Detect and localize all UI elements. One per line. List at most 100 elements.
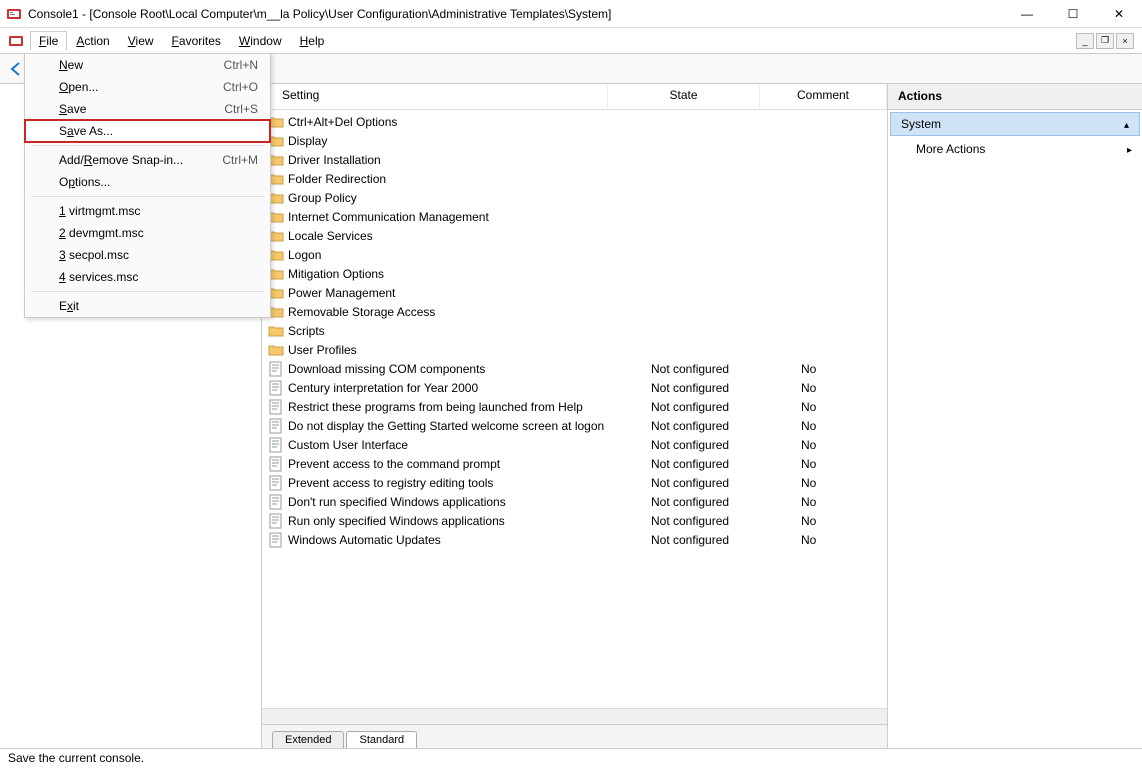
folder-row[interactable]: Scripts xyxy=(262,321,887,340)
row-state: Not configured xyxy=(651,457,801,471)
folder-row[interactable]: Locale Services xyxy=(262,226,887,245)
row-comment: No xyxy=(801,438,881,452)
row-name: Restrict these programs from being launc… xyxy=(288,400,651,414)
policy-row[interactable]: Prevent access to registry editing tools… xyxy=(262,473,887,492)
menu-help[interactable]: Help xyxy=(291,31,334,51)
folder-row[interactable]: Display xyxy=(262,131,887,150)
minimize-button[interactable]: — xyxy=(1004,0,1050,28)
row-state: Not configured xyxy=(651,362,801,376)
menu-item-save[interactable]: SaveCtrl+S xyxy=(25,98,270,120)
row-name: Custom User Interface xyxy=(288,438,651,452)
policy-icon xyxy=(268,475,284,491)
mmc-icon xyxy=(6,6,22,22)
menu-item-exit[interactable]: Exit xyxy=(25,295,270,317)
chevron-up-icon xyxy=(1124,117,1129,131)
policy-row[interactable]: Century interpretation for Year 2000Not … xyxy=(262,378,887,397)
menu-item-options[interactable]: Options... xyxy=(25,171,270,193)
folder-row[interactable]: Removable Storage Access xyxy=(262,302,887,321)
menu-item-new[interactable]: NewCtrl+N xyxy=(25,54,270,76)
mdi-close-button[interactable]: × xyxy=(1116,33,1134,49)
policy-icon xyxy=(268,361,284,377)
folder-row[interactable]: Logon xyxy=(262,245,887,264)
policy-row[interactable]: Do not display the Getting Started welco… xyxy=(262,416,887,435)
action-system-section[interactable]: System xyxy=(890,112,1140,136)
menu-file[interactable]: File xyxy=(30,31,67,51)
folder-row[interactable]: Power Management xyxy=(262,283,887,302)
tab-extended[interactable]: Extended xyxy=(272,731,344,748)
folder-icon xyxy=(268,342,284,358)
row-name: Don't run specified Windows applications xyxy=(288,495,651,509)
policy-row[interactable]: Prevent access to the command promptNot … xyxy=(262,454,887,473)
menu-item-4-services-msc[interactable]: 4 services.msc xyxy=(25,266,270,288)
folder-row[interactable]: Driver Installation xyxy=(262,150,887,169)
menu-item-1-virtmgmt-msc[interactable]: 1 virtmgmt.msc xyxy=(25,200,270,222)
folder-row[interactable]: Folder Redirection xyxy=(262,169,887,188)
mdi-minimize-button[interactable]: _ xyxy=(1076,33,1094,49)
folder-row[interactable]: Group Policy xyxy=(262,188,887,207)
file-menu-dropdown: NewCtrl+NOpen...Ctrl+OSaveCtrl+SSave As.… xyxy=(24,53,271,318)
menubar: FileActionViewFavoritesWindowHelp _ ❐ × xyxy=(0,28,1142,54)
list-pane: Setting State Comment Ctrl+Alt+Del Optio… xyxy=(262,84,888,748)
row-state: Not configured xyxy=(651,476,801,490)
menu-item-2-devmgmt-msc[interactable]: 2 devmgmt.msc xyxy=(25,222,270,244)
row-state: Not configured xyxy=(651,381,801,395)
back-icon[interactable] xyxy=(6,59,26,79)
column-comment[interactable]: Comment xyxy=(760,84,887,109)
tab-standard[interactable]: Standard xyxy=(346,731,417,748)
policy-row[interactable]: Custom User InterfaceNot configuredNo xyxy=(262,435,887,454)
mdi-restore-button[interactable]: ❐ xyxy=(1096,33,1114,49)
column-state[interactable]: State xyxy=(608,84,760,109)
policy-row[interactable]: Don't run specified Windows applications… xyxy=(262,492,887,511)
policy-icon xyxy=(268,418,284,434)
horizontal-scrollbar[interactable] xyxy=(262,708,887,724)
column-setting[interactable]: Setting xyxy=(262,84,608,109)
close-button[interactable]: ✕ xyxy=(1096,0,1142,28)
menu-action[interactable]: Action xyxy=(67,31,118,51)
menu-item-add-remove-snap-in[interactable]: Add/Remove Snap-in...Ctrl+M xyxy=(25,149,270,171)
row-name: Century interpretation for Year 2000 xyxy=(288,381,651,395)
folder-row[interactable]: Ctrl+Alt+Del Options xyxy=(262,112,887,131)
row-state: Not configured xyxy=(651,438,801,452)
policy-row[interactable]: Restrict these programs from being launc… xyxy=(262,397,887,416)
row-comment: No xyxy=(801,514,881,528)
menu-item-3-secpol-msc[interactable]: 3 secpol.msc xyxy=(25,244,270,266)
mmc-icon-small xyxy=(8,33,24,49)
policy-icon xyxy=(268,532,284,548)
policy-row[interactable]: Download missing COM componentsNot confi… xyxy=(262,359,887,378)
folder-row[interactable]: Internet Communication Management xyxy=(262,207,887,226)
row-name: Download missing COM components xyxy=(288,362,651,376)
action-more-actions[interactable]: More Actions xyxy=(888,138,1142,160)
row-state: Not configured xyxy=(651,400,801,414)
policy-row[interactable]: Run only specified Windows applicationsN… xyxy=(262,511,887,530)
menu-item-save-as[interactable]: Save As... xyxy=(25,120,270,142)
bottom-tabs: Extended Standard xyxy=(262,724,887,748)
list-body[interactable]: Ctrl+Alt+Del Options DisplayDriver Instal… xyxy=(262,110,887,708)
window-title: Console1 - [Console Root\Local Computer\… xyxy=(28,7,1004,21)
folder-row[interactable]: Mitigation Options xyxy=(262,264,887,283)
row-name: Do not display the Getting Started welco… xyxy=(288,419,651,433)
maximize-button[interactable]: ☐ xyxy=(1050,0,1096,28)
row-name: Prevent access to registry editing tools xyxy=(288,476,651,490)
row-state: Not configured xyxy=(651,533,801,547)
row-name: Ctrl+Alt+Del Options xyxy=(288,115,881,129)
menu-favorites[interactable]: Favorites xyxy=(163,31,230,51)
menu-item-open[interactable]: Open...Ctrl+O xyxy=(25,76,270,98)
row-name: Internet Communication Management xyxy=(288,210,881,224)
mdi-controls: _ ❐ × xyxy=(1074,33,1134,49)
menu-window[interactable]: Window xyxy=(230,31,291,51)
policy-icon xyxy=(268,456,284,472)
policy-row[interactable]: Windows Automatic UpdatesNot configuredN… xyxy=(262,530,887,549)
row-name: Locale Services xyxy=(288,229,881,243)
folder-icon xyxy=(268,323,284,339)
row-comment: No xyxy=(801,457,881,471)
policy-icon xyxy=(268,399,284,415)
actions-header: Actions xyxy=(888,84,1142,110)
row-comment: No xyxy=(801,381,881,395)
row-state: Not configured xyxy=(651,495,801,509)
status-bar: Save the current console. xyxy=(0,748,1142,768)
policy-icon xyxy=(268,513,284,529)
folder-row[interactable]: User Profiles xyxy=(262,340,887,359)
menu-view[interactable]: View xyxy=(119,31,163,51)
list-header: Setting State Comment xyxy=(262,84,887,110)
chevron-right-icon xyxy=(1127,142,1132,156)
